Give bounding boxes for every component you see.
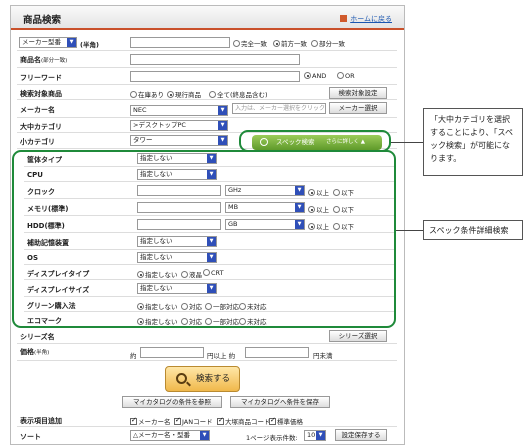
display-maker-checkbox[interactable]: メーカー名 xyxy=(130,416,171,426)
panel-header: 商品検索 ホームに戻る xyxy=(11,6,404,30)
maker-label: メーカー名 xyxy=(20,106,55,114)
display-price-checkbox[interactable]: 標準価格 xyxy=(269,416,303,426)
row-product-name: 商品名(部分一致) xyxy=(17,51,397,68)
maker-model-input[interactable] xyxy=(130,37,230,48)
price-min-input[interactable] xyxy=(140,347,204,358)
all-radio[interactable]: 全て(終息品含む) xyxy=(209,89,268,99)
row-maker: メーカー名 NEC ▼ 入力は、メーカー選択をクリック メーカー選択 xyxy=(17,100,397,118)
match-exact-radio[interactable]: 完全一致 xyxy=(233,38,267,48)
save-settings-button[interactable]: 設定保存する xyxy=(335,429,387,441)
large-category-select[interactable]: >デスクトップPC ▼ xyxy=(130,120,228,131)
series-label: シリーズ名 xyxy=(20,333,55,341)
spec-detail-highlight xyxy=(12,150,396,328)
search-icon xyxy=(176,373,187,384)
home-link-icon xyxy=(340,15,348,22)
row-price: 価格(半角) 約 円以上 約 円未満 xyxy=(17,344,397,361)
price-mid-text: 円以上 約 xyxy=(207,352,236,360)
price-post-text: 円未満 xyxy=(313,352,333,360)
freeword-label: フリーワード xyxy=(20,74,62,82)
series-select-button[interactable]: シリーズ選択 xyxy=(329,330,387,342)
search-button[interactable]: 検索する xyxy=(165,366,240,392)
match-prefix-radio[interactable]: 前方一致 xyxy=(273,38,307,48)
per-page-label: 1ページ表示件数: xyxy=(246,434,298,442)
catalog-save-button[interactable]: マイカタログへ条件を保存 xyxy=(230,396,330,408)
product-name-label: 商品名(部分一致) xyxy=(20,56,68,64)
half-width-note: (半角) xyxy=(80,41,99,49)
field-type-select[interactable]: メーカー型番 ▼ xyxy=(19,37,77,48)
product-name-input[interactable] xyxy=(130,54,300,65)
small-category-label: 小カテゴリ xyxy=(20,138,55,146)
row-display-items: 表示項目追加 メーカー名 JANコード 大塚商品コード 標準価格 xyxy=(17,413,397,427)
small-category-select[interactable]: タワー ▼ xyxy=(130,135,228,146)
row-maker-model: メーカー型番 ▼ (半角) 完全一致 前方一致 部分一致 xyxy=(17,35,397,51)
and-radio[interactable]: AND xyxy=(304,72,326,80)
page-title: 商品検索 xyxy=(23,15,62,26)
freeword-input[interactable] xyxy=(130,71,300,82)
maker-input[interactable]: 入力は、メーカー選択をクリック xyxy=(232,103,326,114)
maker-select[interactable]: NEC ▼ xyxy=(130,105,228,116)
price-max-input[interactable] xyxy=(245,347,309,358)
maker-select-button[interactable]: メーカー選択 xyxy=(329,102,387,114)
detail-callout-leader xyxy=(396,230,423,231)
spec-callout: 「大中カテゴリを選択することにより、「スペック検索」が可能になります。 xyxy=(423,108,523,176)
match-partial-radio[interactable]: 部分一致 xyxy=(311,38,345,48)
target-settings-button[interactable]: 検索対象設定 xyxy=(329,87,387,99)
or-radio[interactable]: OR xyxy=(337,72,355,80)
row-freeword: フリーワード AND OR xyxy=(17,68,397,85)
row-target: 検索対象商品 在庫あり 現行商品 全て(終息品含む) 検索対象設定 xyxy=(17,85,397,100)
in-stock-radio[interactable]: 在庫あり xyxy=(130,89,164,99)
sort-label: ソート xyxy=(20,433,41,441)
sort-select[interactable]: △メーカー名・型番 ▼ xyxy=(130,430,210,441)
current-radio[interactable]: 現行商品 xyxy=(167,89,201,99)
spec-callout-leader xyxy=(391,142,423,143)
detail-callout: スペック条件詳細検索 xyxy=(423,220,523,240)
large-category-label: 大中カテゴリ xyxy=(20,123,62,131)
home-link[interactable]: ホームに戻る xyxy=(340,14,392,24)
display-otsuka-checkbox[interactable]: 大塚商品コード xyxy=(217,416,271,426)
row-series: シリーズ名 シリーズ選択 xyxy=(17,328,397,344)
row-sort: ソート △メーカー名・型番 ▼ 1ページ表示件数: 10 ▼ 設定保存する xyxy=(17,427,397,443)
target-label: 検索対象商品 xyxy=(20,90,62,98)
per-page-select[interactable]: 10 ▼ xyxy=(304,430,326,441)
display-items-label: 表示項目追加 xyxy=(20,417,62,425)
display-jan-checkbox[interactable]: JANコード xyxy=(174,416,213,426)
spec-tab-highlight xyxy=(239,130,391,152)
catalog-ref-button[interactable]: マイカタログの条件を参照 xyxy=(122,396,222,408)
price-label: 価格(半角) xyxy=(20,348,50,356)
price-approx-1: 約 xyxy=(130,352,137,360)
